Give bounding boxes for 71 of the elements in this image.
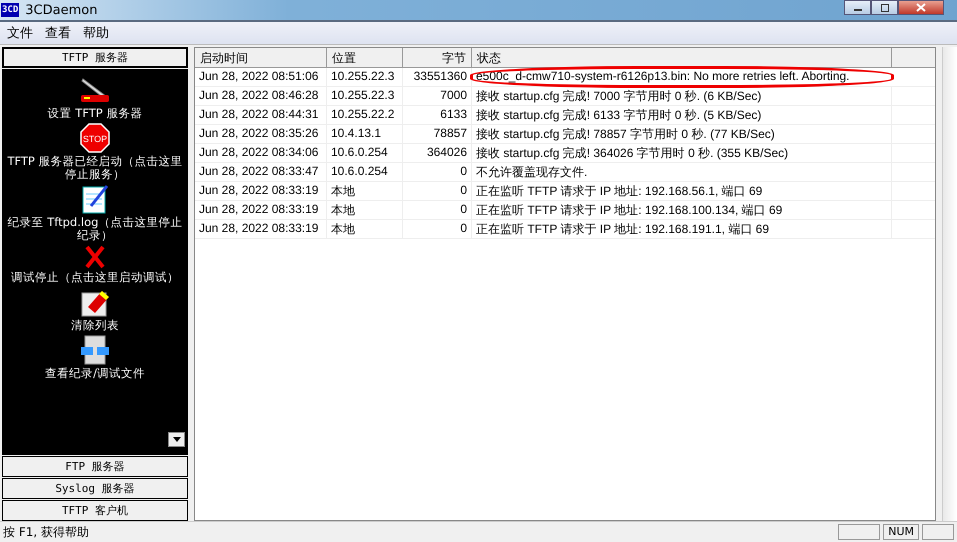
tool-label[interactable]: 设置 TFTP 服务器 (48, 107, 142, 120)
menu-item[interactable]: 文件 (7, 24, 33, 42)
table-cell: 10.255.22.3 (327, 87, 403, 105)
table-cell: 正在监听 TFTP 请求于 IP 地址: 192.168.56.1, 端口 69 (472, 182, 892, 200)
section-button[interactable]: FTP 服务器 (2, 456, 188, 477)
column-header[interactable]: 状态 (472, 48, 892, 68)
table-cell: Jun 28, 2022 08:46:28 (195, 87, 327, 105)
close-button[interactable] (898, 0, 944, 15)
status-pane (838, 524, 880, 540)
tool-label[interactable]: 查看纪录/调试文件 (45, 367, 145, 380)
status-pane (922, 524, 954, 540)
section-button[interactable]: TFTP 客户机 (2, 500, 188, 521)
table-cell: 10.255.22.3 (327, 68, 403, 86)
table-cell: Jun 28, 2022 08:33:19 (195, 220, 327, 238)
table-cell: Jun 28, 2022 08:33:47 (195, 163, 327, 181)
minimize-button[interactable] (844, 0, 871, 15)
tool-label[interactable]: TFTP 服务器已经启动（点击这里停止服务） (2, 155, 188, 181)
caret-icon (172, 437, 180, 442)
tool-label[interactable]: 清除列表 (71, 319, 119, 332)
cross-mark-icon[interactable] (84, 245, 106, 269)
table-cell: 0 (403, 220, 472, 238)
table-cell: 78857 (403, 125, 472, 143)
table-cell: 33551360 (403, 68, 472, 86)
table-cell: 接收 startup.cfg 完成! 364026 字节用时 0 秒. (355 KB/Sec) (472, 144, 892, 162)
table-cell: 0 (403, 182, 472, 200)
table-cell: 0 (403, 201, 472, 219)
section-button[interactable]: Syslog 服务器 (2, 478, 188, 499)
table-cell: 10.6.0.254 (327, 163, 403, 181)
app-logo: 3CD (1, 3, 20, 17)
table-cell: Jun 28, 2022 08:35:26 (195, 125, 327, 143)
table-cell: 10.255.22.2 (327, 106, 403, 124)
table-cell: 10.4.13.1 (327, 125, 403, 143)
close-icon (916, 3, 926, 12)
table-cell: 正在监听 TFTP 请求于 IP 地址: 192.168.191.1, 端口 69 (472, 220, 892, 238)
column-header[interactable]: 启动时间 (195, 48, 327, 68)
table-cell: Jun 28, 2022 08:33:19 (195, 182, 327, 200)
table-cell: 接收 startup.cfg 完成! 78857 字节用时 0 秒. (77 KB/Sec) (472, 125, 892, 143)
table-cell: 10.6.0.254 (327, 144, 403, 162)
table-cell: 接收 startup.cfg 完成! 7000 字节用时 0 秒. (6 KB/Sec) (472, 87, 892, 105)
table-cell: Jun 28, 2022 08:34:06 (195, 144, 327, 162)
window-title: 3CDaemon (25, 2, 98, 18)
table-cell: 7000 (403, 87, 472, 105)
notepad-pencil-icon[interactable] (81, 184, 109, 214)
column-header[interactable]: 字节 (403, 48, 472, 68)
table-cell: Jun 28, 2022 08:33:19 (195, 201, 327, 219)
num-lock-indicator: NUM (883, 524, 919, 540)
table-cell: e500c_d-cmw710-system-r6126p13.bin: No more retries left. Aborting. (472, 68, 892, 86)
tool-label[interactable]: 调试停止（点击这里启动调试） (11, 271, 179, 284)
table-cell: 0 (403, 163, 472, 181)
table-cell: 正在监听 TFTP 请求于 IP 地址: 192.168.100.134, 端口 69 (472, 201, 892, 219)
pocket-knife-icon[interactable] (79, 77, 111, 105)
menu-item[interactable]: 帮助 (83, 24, 109, 42)
section-button[interactable]: TFTP 服务器 (2, 47, 188, 68)
table-cell: 6133 (403, 106, 472, 124)
stop-sign-text: STOP (82, 134, 108, 144)
status-text: 按 F1, 获得帮助 (3, 524, 90, 540)
table-cell: 接收 startup.cfg 完成! 6133 字节用时 0 秒. (5 KB/Sec) (472, 106, 892, 124)
menu-item[interactable]: 查看 (45, 24, 71, 42)
table-cell: 本地 (327, 201, 403, 219)
table-cell: 本地 (327, 182, 403, 200)
table-cell: 本地 (327, 220, 403, 238)
column-header[interactable]: 位置 (327, 48, 403, 68)
maximize-icon (880, 4, 890, 12)
document-glasses-icon[interactable] (80, 335, 110, 365)
table-cell: Jun 28, 2022 08:44:31 (195, 106, 327, 124)
table-cell: Jun 28, 2022 08:51:06 (195, 68, 327, 86)
tool-label[interactable]: 纪录至 Tftpd.log（点击这里停止纪录） (2, 216, 188, 242)
table-cell: 364026 (403, 144, 472, 162)
stop-sign-icon[interactable]: STOP (80, 123, 110, 153)
maximize-button[interactable] (871, 0, 898, 15)
table-cell: 不允许覆盖现存文件. (472, 163, 892, 181)
